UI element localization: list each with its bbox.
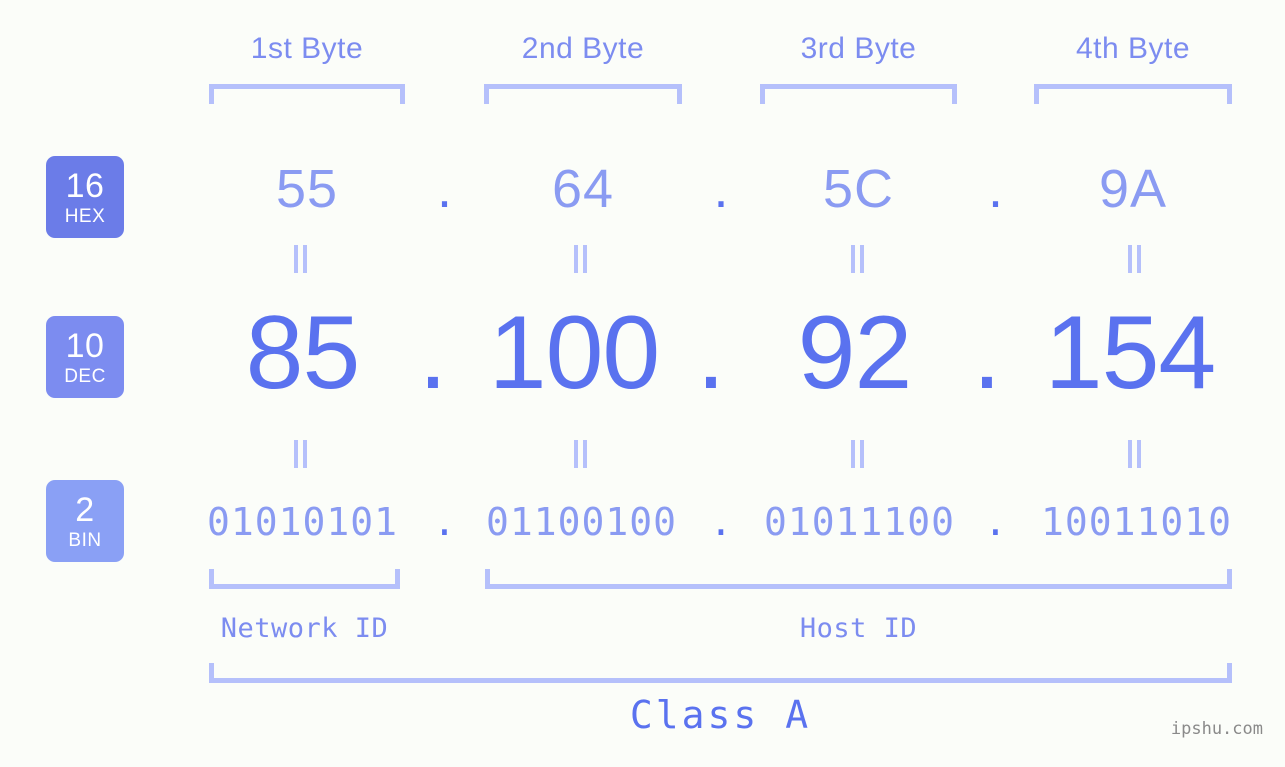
- hex-byte-2: 64: [551, 159, 615, 219]
- equals-connector-hex-dec-2: [574, 245, 588, 273]
- hex-separator-3: .: [987, 159, 1003, 219]
- hex-separator-1: .: [436, 159, 452, 219]
- host-id-label: Host ID: [799, 613, 918, 644]
- byte-bracket-1: [209, 84, 405, 104]
- dec-byte-2: 100: [488, 295, 661, 411]
- base-badge-dec: 10 DEC: [46, 316, 124, 398]
- site-watermark: ipshu.com: [1170, 719, 1263, 739]
- equals-connector-hex-dec-4: [1128, 245, 1142, 273]
- equals-connector-dec-bin-3: [851, 440, 865, 468]
- bin-separator-2: .: [709, 500, 733, 544]
- bin-byte-4: 10011010: [1040, 500, 1233, 544]
- hex-separator-2: .: [713, 159, 729, 219]
- base-badge-bin-number: 2: [75, 490, 95, 529]
- base-badge-hex: 16 HEX: [46, 156, 124, 238]
- byte-header-3: 3rd Byte: [800, 32, 917, 65]
- equals-connector-hex-dec-1: [294, 245, 308, 273]
- network-id-bracket: [209, 569, 400, 589]
- base-badge-bin: 2 BIN: [46, 480, 124, 562]
- bin-separator-3: .: [984, 500, 1007, 544]
- equals-connector-dec-bin-1: [294, 440, 308, 468]
- base-badge-hex-name: HEX: [64, 205, 106, 227]
- dec-separator-2: .: [696, 295, 726, 411]
- dec-byte-1: 85: [245, 295, 361, 411]
- base-badge-dec-name: DEC: [64, 365, 106, 387]
- byte-header-4: 4th Byte: [1075, 32, 1191, 65]
- hex-byte-1: 55: [275, 159, 339, 219]
- base-badge-bin-name: BIN: [68, 529, 102, 551]
- bin-separator-1: .: [433, 500, 456, 544]
- bin-byte-1: 01010101: [206, 500, 399, 544]
- bin-byte-2: 01100100: [485, 500, 678, 544]
- base-badge-dec-number: 10: [65, 326, 105, 365]
- bin-byte-3: 01011100: [763, 500, 956, 544]
- dec-byte-4: 154: [1044, 295, 1217, 411]
- hex-byte-4: 9A: [1098, 159, 1168, 219]
- equals-connector-dec-bin-2: [574, 440, 588, 468]
- class-bracket: [209, 663, 1232, 683]
- dec-separator-1: .: [418, 295, 448, 411]
- byte-bracket-3: [760, 84, 957, 104]
- hex-byte-3: 5C: [822, 159, 895, 219]
- class-label: Class A: [629, 693, 812, 737]
- byte-header-1: 1st Byte: [250, 32, 364, 65]
- dec-separator-3: .: [972, 295, 1002, 411]
- byte-header-2: 2nd Byte: [521, 32, 645, 65]
- ip-address-diagram: 1st Byte 2nd Byte 3rd Byte 4th Byte 16 H…: [0, 0, 1285, 767]
- host-id-bracket: [485, 569, 1232, 589]
- dec-byte-3: 92: [797, 295, 913, 411]
- byte-bracket-4: [1034, 84, 1232, 104]
- equals-connector-dec-bin-4: [1128, 440, 1142, 468]
- base-badge-hex-number: 16: [65, 166, 105, 205]
- byte-bracket-2: [484, 84, 682, 104]
- equals-connector-hex-dec-3: [851, 245, 865, 273]
- network-id-label: Network ID: [220, 613, 389, 644]
